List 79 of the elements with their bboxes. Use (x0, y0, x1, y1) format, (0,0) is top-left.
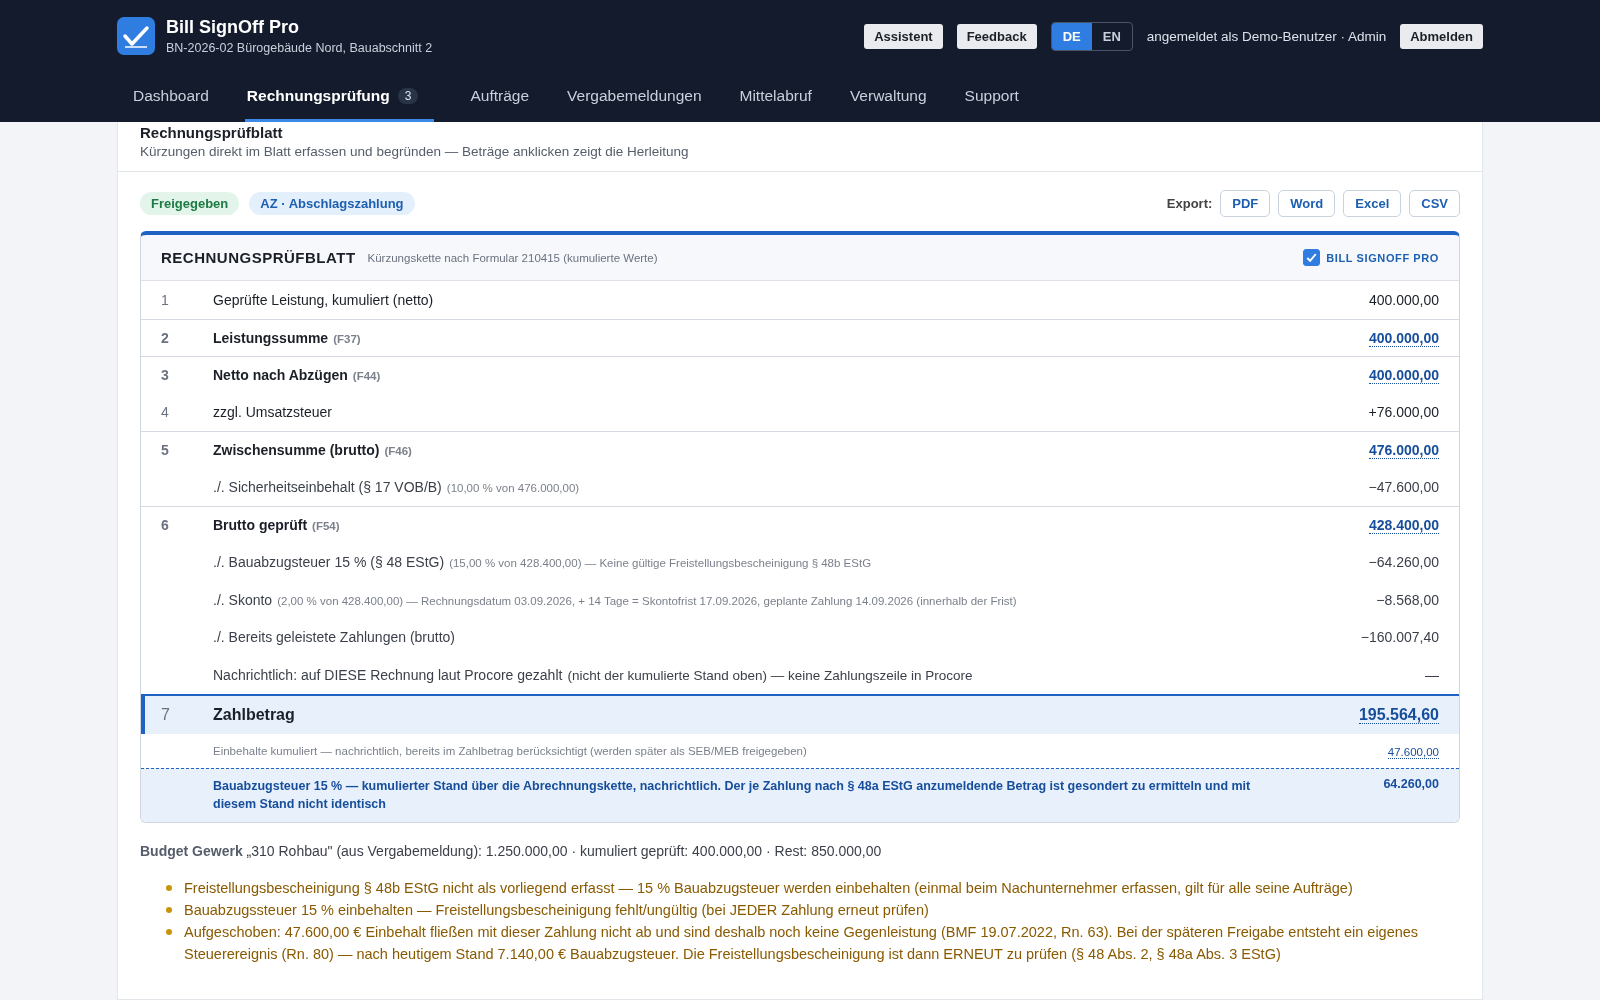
logout-button[interactable]: Abmelden (1400, 23, 1483, 49)
export-button[interactable]: PDF (1220, 190, 1271, 217)
header-button[interactable]: Assistent (864, 23, 943, 49)
user-info: angemeldet als Demo-Benutzer · Admin (1146, 28, 1387, 44)
row-note: Einbehalte kumuliert — nachrichtlich, bereits im Zahlbetrag berücksichtigt (werden später als SEB/MEB freigegeben) (213, 744, 807, 757)
checkbox[interactable] (1303, 249, 1321, 266)
row-label: Zahlbetrag (213, 705, 295, 724)
export-button[interactable]: CSV (1409, 190, 1460, 217)
budget-summary: Budget Gewerk „310 Rohbau" (aus Vergabemeldung): 1.250.000,00 · kumuliert geprüft: 400.000,00 · Rest: 850.000,00 (140, 843, 883, 859)
row-label: Brutto geprüft (213, 517, 308, 534)
checkmark-logo-icon (117, 17, 155, 55)
amount-link[interactable]: 195.564,60 (1358, 705, 1439, 724)
amount: +76.000,00 (1368, 404, 1439, 421)
sheet-title: RECHNUNGSPRÜFBLATT (161, 249, 356, 266)
row-label: Geprüfte Leistung, kumuliert (netto) (213, 291, 434, 308)
formula-ref: (F44) (352, 370, 381, 383)
row-number: 5 (161, 442, 170, 459)
count-badge: 3 (397, 87, 419, 104)
warning-item: Bauabzugssteuer 15 % einbehalten — Freistellungsbescheinigung fehlt/ungültig (bei JEDER Zahlung erneut prüfen) (184, 901, 930, 920)
sheet-subtitle: Kürzungskette nach Formular 210415 (kumulierte Werte) (367, 251, 659, 264)
amount: −160.007,40 (1360, 629, 1439, 646)
warning-item: Freistellungsbescheinigung § 48b EStG nicht als vorliegend erfasst — 15 % Bauabzugsteuer werden einbehalten (einmal beim Nachunternehmer erfassen, gilt für alle seine Aufträge) (184, 879, 1354, 898)
export-button[interactable]: Excel (1343, 190, 1402, 217)
row-number: 4 (161, 404, 170, 421)
row-number: 2 (161, 329, 170, 346)
page-subtitle: Kürzungen direkt im Blatt erfassen und begründen — Beträge anklicken zeigt die Herleitung (140, 144, 690, 159)
row-detail: (10,00 % von 476.000,00) (446, 482, 580, 495)
nav-tab[interactable]: Mittelabruf (737, 72, 814, 122)
row-number: 7 (161, 705, 171, 724)
amount-link[interactable]: 47.600,00 (1387, 745, 1439, 759)
export-button[interactable]: Word (1278, 190, 1336, 217)
row-label: zzgl. Umsatzsteuer (213, 404, 333, 421)
nav-tab[interactable]: Vergabemeldungen (565, 72, 704, 122)
row-label: ./. Skonto (213, 591, 273, 608)
page-title: Rechnungsprüfblatt (140, 123, 284, 142)
amount: −8.568,00 (1376, 591, 1439, 608)
row-label: Netto nach Abzügen (213, 367, 348, 384)
row-label: Zwischensumme (brutto) (213, 442, 380, 459)
row-label: Leistungssumme (213, 329, 329, 346)
export-label: Export: (1166, 196, 1213, 211)
row-number: 6 (161, 517, 170, 534)
nav-tab[interactable]: Dashboard (131, 72, 211, 122)
row-detail: (2,00 % von 428.400,00) — Rechnungsdatum 03.09.2026, + 14 Tage = Skontofrist 17.09.2026, geplante Zahlung 14.09.2026 (innerhalb der Frist) (277, 594, 1017, 607)
nav-tab[interactable]: Aufträge (468, 72, 532, 122)
formula-ref: (F54) (312, 520, 340, 533)
row-note: Bauabzugsteuer 15 % — kumulierter Stand über die Abrechnungskette, nachrichtlich. Der je Zahlung nach § 48a EStG anzumeldende Betrag ist gesondert zu ermitteln und mit diesem Stand nicht identisch (213, 777, 1252, 814)
row-label: ./. Bereits geleistete Zahlungen (brutto) (213, 629, 456, 646)
row-label: ./. Sicherheitseinbehalt (§ 17 VOB/B) (213, 479, 442, 496)
brand-label: BILL SIGNOFF PRO (1326, 251, 1439, 264)
nav-tab[interactable]: Support (962, 72, 1021, 122)
amount-link[interactable]: 476.000,00 (1368, 442, 1439, 460)
amount: — (1425, 666, 1439, 683)
formula-ref: (F37) (333, 332, 361, 345)
warning-item: Aufgeschoben: 47.600,00 € Einbehalt fließen mit dieser Zahlung nicht ab und sind deshalb noch keine Gegenleistung (BMF 19.07.2022, Rn. 63). Bei der späteren Freigabe entsteht ein eigenes Steuerereignis (Rn. 80) — nach heutigem Stand 7.140,00 € Bauabzugsteuer. Die Freistellungsbescheinigung ist dann ERNEUT zu prüfen (§ 48 Abs. 2, § 48a Abs. 3 EStG) (184, 923, 1420, 964)
formula-ref: (F46) (384, 445, 412, 458)
language-toggle[interactable]: DE (1051, 22, 1092, 50)
amount: 64.260,00 (1383, 776, 1439, 791)
amount: −47.600,00 (1368, 479, 1439, 496)
bullet-icon (166, 885, 172, 891)
row-detail: (15,00 % von 428.400,00) — Keine gültige Freistellungsbescheinigung § 48b EStG (449, 557, 872, 570)
row-label: ./. Bauabzugsteuer 15 % (§ 48 EStG) (213, 554, 445, 571)
header-button[interactable]: Feedback (956, 23, 1037, 49)
app-title: Bill SignOff Pro (166, 17, 300, 38)
row-label: Nachrichtlich: auf DIESE Rechnung laut Procore gezahlt (213, 666, 563, 683)
language-toggle[interactable]: EN (1091, 22, 1132, 50)
bullet-icon (166, 929, 172, 935)
row-number: 1 (161, 291, 170, 308)
bullet-icon (166, 907, 172, 913)
amount-link[interactable]: 428.400,00 (1368, 517, 1439, 535)
amount-link[interactable]: 400.000,00 (1368, 367, 1439, 385)
status-tag: Freigegeben (140, 192, 240, 215)
amount-link[interactable]: 400.000,00 (1368, 329, 1439, 347)
row-detail: (nicht der kumulierte Stand oben) — keine Zahlungszeile in Procore (567, 667, 973, 683)
project-name: BN-2026-02 Bürogebäude Nord, Bauabschnitt 2 (166, 41, 433, 55)
row-number: 3 (161, 367, 170, 384)
type-tag: AZ · Abschlagszahlung (249, 192, 415, 215)
nav-tab[interactable]: Verwaltung (847, 72, 929, 122)
amount: −64.260,00 (1368, 554, 1439, 571)
amount: 400.000,00 (1368, 291, 1439, 308)
